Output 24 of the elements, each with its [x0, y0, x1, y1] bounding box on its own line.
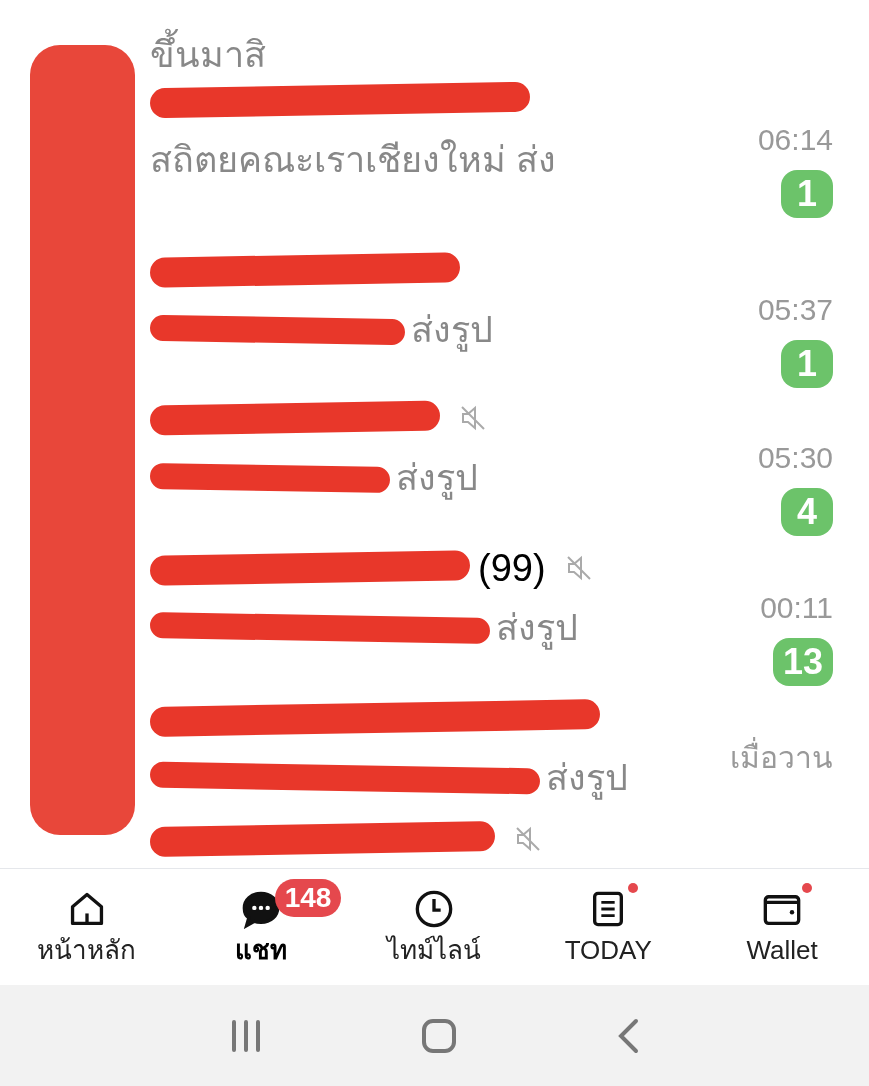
- message-time: 05:37: [757, 292, 833, 328]
- nav-tab[interactable]: หน้าหลัก: [0, 869, 174, 985]
- message-preview: ส่งรูป: [411, 308, 493, 354]
- home-button-icon[interactable]: [421, 1017, 458, 1054]
- message-time: 05:30: [757, 440, 833, 476]
- nav-tab[interactable]: TODAY: [521, 869, 696, 985]
- message-time: 00:11: [760, 590, 833, 626]
- chat-name: (99): [478, 545, 546, 591]
- message-preview: ส่งรูป: [546, 756, 628, 802]
- unread-count: 1: [781, 340, 833, 388]
- unread-count: 1: [781, 170, 833, 218]
- nav-tab[interactable]: 148 แชท: [173, 869, 348, 985]
- message-preview: สถิตยคณะเราเชียงใหม่ ส่ง: [150, 138, 556, 182]
- chat-bubble-icon: [240, 889, 281, 929]
- unread-count: 4: [781, 488, 833, 536]
- message-preview: ส่งรูป: [396, 456, 478, 502]
- clock-icon: [414, 889, 455, 929]
- message-preview: ขึ้นมาสิ: [150, 28, 266, 70]
- notification-badge: 148: [274, 879, 342, 917]
- message-preview: ส่งรูป: [496, 606, 578, 652]
- nav-tab[interactable]: ไทม์ไลน์: [347, 869, 522, 985]
- unread-count: 13: [772, 638, 833, 686]
- nav-tab[interactable]: Wallet: [695, 869, 869, 985]
- message-time: 06:14: [757, 122, 833, 158]
